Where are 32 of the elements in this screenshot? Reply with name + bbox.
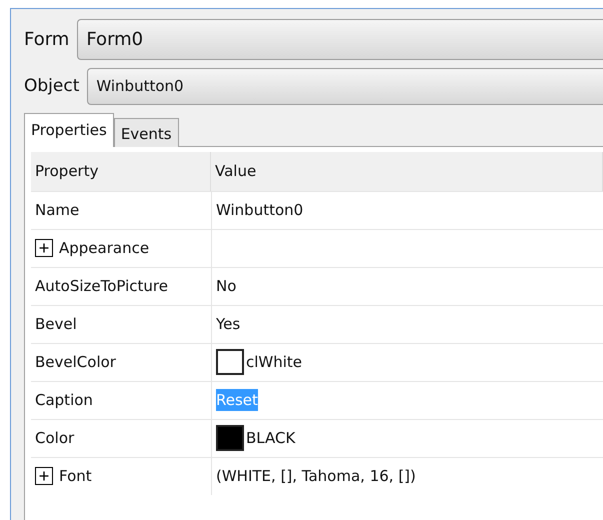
property-value: BLACK xyxy=(246,428,296,449)
property-name: BevelColor xyxy=(31,342,211,380)
tab[interactable]: Events xyxy=(114,118,179,147)
property-value: Reset xyxy=(216,388,258,412)
value-cell[interactable]: Winbutton0 xyxy=(211,190,603,228)
form-combobox[interactable]: Form0 xyxy=(77,19,603,60)
property-name: Color xyxy=(31,418,211,456)
value-cell[interactable] xyxy=(211,228,603,266)
property-name: Name xyxy=(31,190,211,228)
property-value: No xyxy=(216,276,236,297)
property-name: Bevel xyxy=(31,304,211,342)
property-name: AutoSizeToPicture xyxy=(31,266,211,304)
property-name: Caption xyxy=(31,380,211,418)
property-name: Font xyxy=(59,466,92,487)
property-value: clWhite xyxy=(246,352,302,373)
form-label: Form xyxy=(24,28,70,52)
property-name: Appearance xyxy=(59,238,150,259)
tab[interactable]: Properties xyxy=(24,112,114,147)
column-header: Value xyxy=(211,152,603,190)
value-cell[interactable]: No xyxy=(211,266,603,304)
object-combobox[interactable]: Winbutton0 xyxy=(87,68,603,104)
expand-icon[interactable] xyxy=(35,239,53,257)
value-cell[interactable]: clWhite xyxy=(211,342,603,380)
object-label: Object xyxy=(24,74,80,98)
expand-icon[interactable] xyxy=(35,467,53,485)
value-cell[interactable]: (WHITE, [], Tahoma, 16, []) xyxy=(211,456,603,494)
value-cell[interactable]: Yes xyxy=(211,304,603,342)
property-value: Winbutton0 xyxy=(216,200,304,221)
property-value: (WHITE, [], Tahoma, 16, []) xyxy=(216,466,416,487)
property-value: Yes xyxy=(216,314,240,335)
column-header: Property xyxy=(31,152,211,190)
value-cell[interactable]: BLACK xyxy=(211,418,603,456)
